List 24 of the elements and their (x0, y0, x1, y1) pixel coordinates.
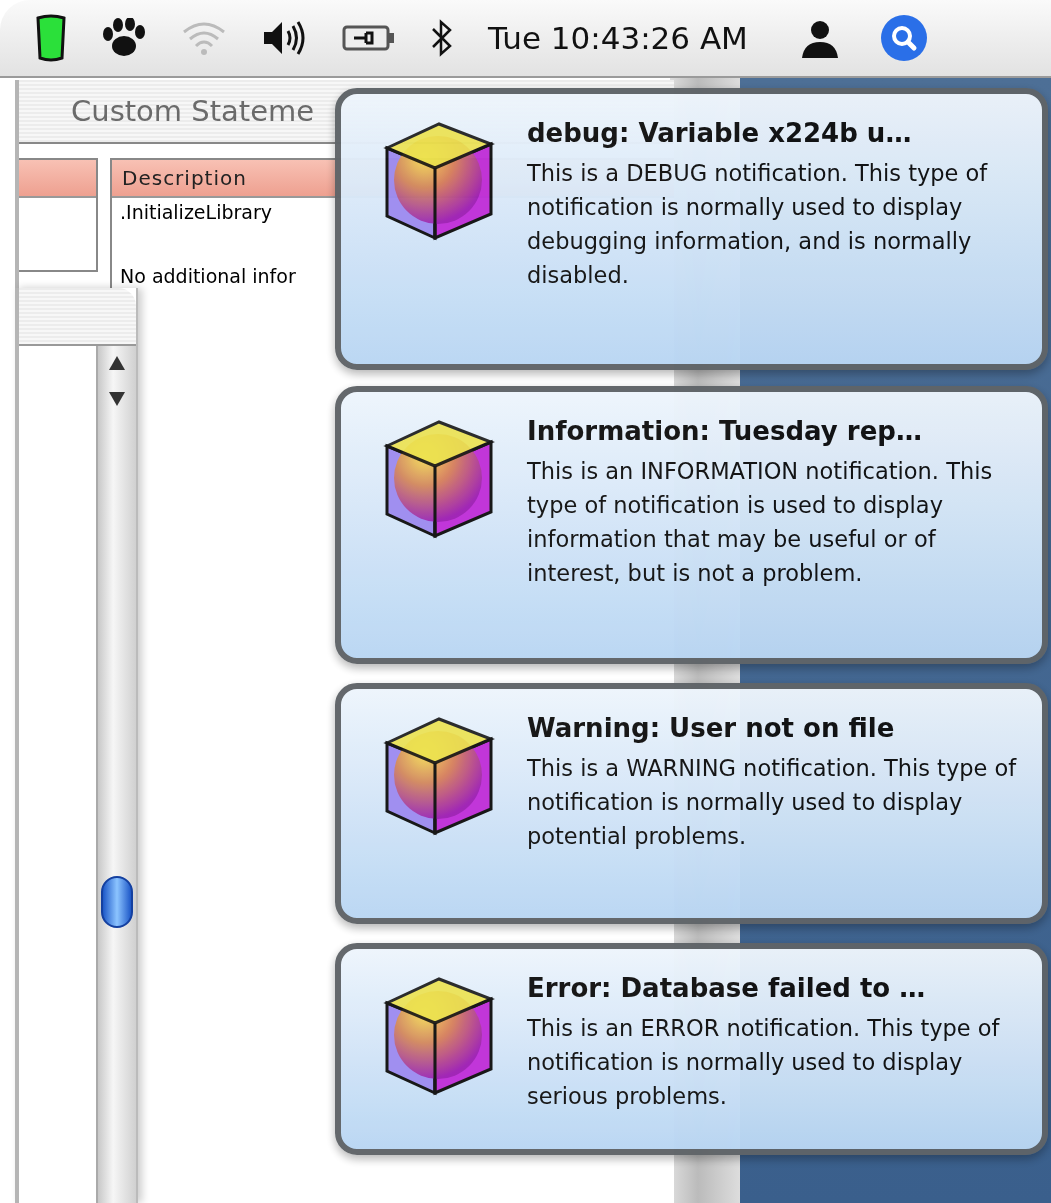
table-cell-text: .InitializeLibrary (119, 200, 272, 225)
user-icon[interactable] (799, 18, 840, 58)
notification-card[interactable]: Warning: User not on file This is a WARNING notification. This type of notification is normally used to display potential problems. (335, 683, 1048, 924)
notification-card[interactable]: debug: Variable x224b u… This is a DEBUG notification. This type of notification is normally used to display debugging information, and is normally disabled. (335, 88, 1048, 370)
notification-title: Error: Database failed to … (527, 973, 927, 1003)
search-icon[interactable] (879, 14, 928, 62)
bluetooth-icon[interactable] (430, 18, 454, 58)
table-cell-text: No additional infor (119, 264, 296, 289)
notification-message: This is a WARNING notification. This type of notification is normally used to display potential problems. (527, 754, 1018, 851)
battery-icon[interactable] (342, 24, 396, 52)
down-arrow-icon[interactable] (109, 392, 125, 406)
scroll-thumb[interactable] (101, 876, 133, 928)
paw-icon[interactable] (100, 18, 146, 58)
meter-icon[interactable] (36, 14, 66, 62)
scroll-bar[interactable] (96, 346, 136, 1203)
notification-title: Information: Tuesday rep… (527, 416, 923, 446)
notification-card[interactable]: Error: Database failed to … This is an ERROR notification. This type of notification is normally used to display serious problems. (335, 943, 1048, 1155)
notification-message: This is an ERROR notification. This type of notification is normally used to display serious problems. (527, 1014, 1001, 1111)
menu-bar-clock[interactable]: Tue 10:43:26 AM (488, 20, 748, 56)
notification-card[interactable]: Information: Tuesday rep… This is an INFORMATION notification. This type of notification is used to display information that may be useful or of interest, but is not a problem. (335, 386, 1048, 664)
up-arrow-icon[interactable] (109, 356, 125, 370)
notification-title: Warning: User not on file (527, 713, 896, 743)
notification-message: This is an INFORMATION notification. This type of notification is used to display information that may be useful or of interest, but is not a problem. (527, 457, 994, 588)
notification-message: This is a DEBUG notification. This type of notification is normally used to display debugging information, and is normally disabled. (527, 159, 989, 290)
